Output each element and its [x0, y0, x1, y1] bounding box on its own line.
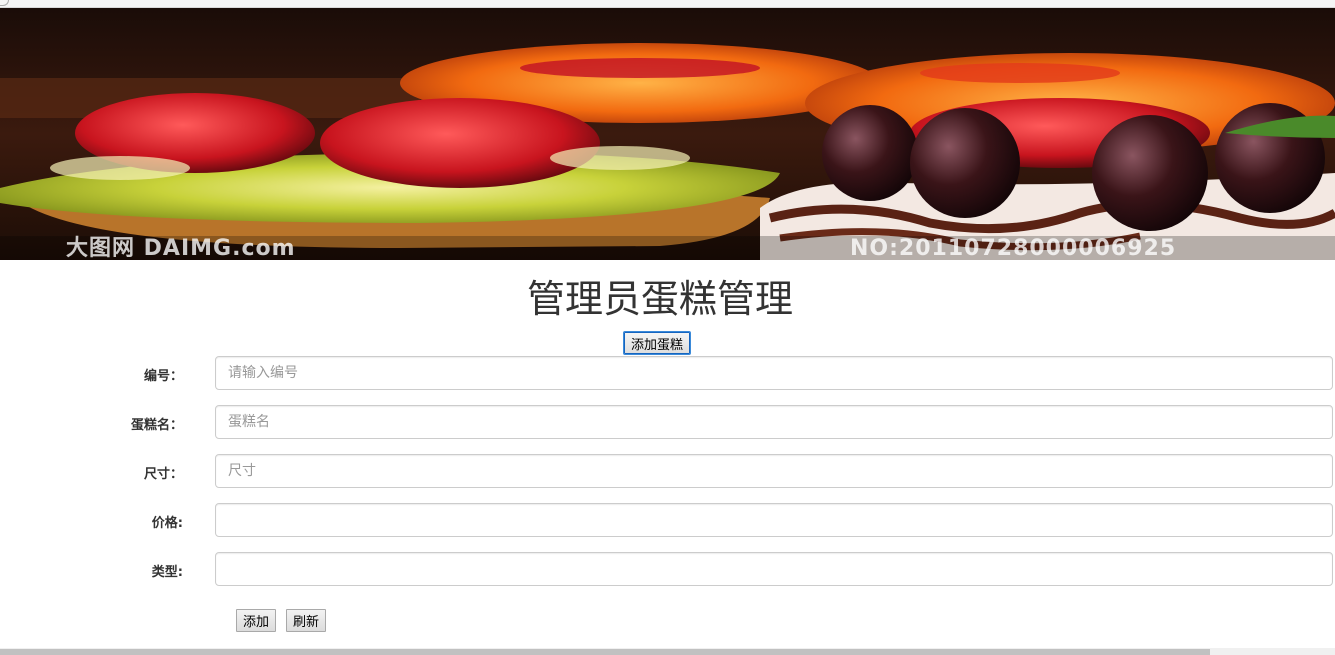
- page-title: 管理员蛋糕管理: [526, 277, 793, 321]
- browser-top-edge: [0, 0, 1335, 8]
- price-label: 价格:: [151, 516, 183, 531]
- scrollbar-thumb[interactable]: [0, 649, 1210, 655]
- banner-image: 大图网 DAIMG.com NO:20110728000006925: [0, 8, 1335, 260]
- watermark-right: NO:20110728000006925: [850, 236, 1177, 260]
- cake-name-input[interactable]: [215, 405, 1333, 439]
- cake-name-label: 蛋糕名：: [130, 418, 183, 433]
- form-row-size: 尺寸：: [0, 454, 1335, 488]
- horizontal-scrollbar[interactable]: [0, 648, 1335, 655]
- id-input[interactable]: [215, 356, 1333, 390]
- add-button[interactable]: 添加: [236, 609, 277, 632]
- type-label: 类型:: [151, 565, 183, 580]
- price-input[interactable]: [215, 503, 1333, 537]
- cake-photo: [0, 8, 1335, 260]
- form-row-cake-name: 蛋糕名：: [0, 405, 1335, 439]
- size-input[interactable]: [215, 454, 1333, 488]
- type-input[interactable]: [215, 552, 1333, 586]
- form-row-price: 价格:: [0, 503, 1335, 537]
- add-cake-button[interactable]: 添加蛋糕: [622, 331, 692, 355]
- id-label: 编号：: [143, 369, 183, 384]
- corner-shape: [0, 0, 9, 6]
- watermark-left: 大图网 DAIMG.com: [66, 236, 296, 260]
- refresh-button[interactable]: 刷新: [286, 609, 327, 632]
- form-row-id: 编号：: [0, 356, 1335, 390]
- form-row-type: 类型:: [0, 552, 1335, 586]
- size-label: 尺寸：: [143, 467, 183, 482]
